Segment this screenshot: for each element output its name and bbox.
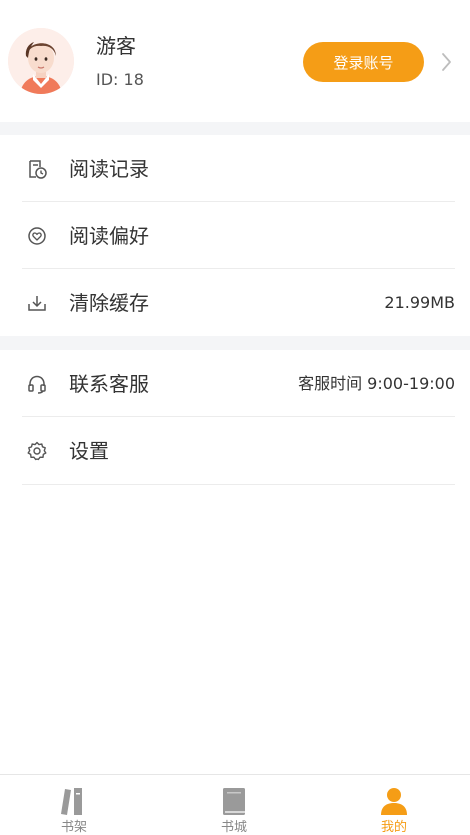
section-gap	[0, 122, 470, 135]
heart-icon	[26, 225, 48, 247]
tab-bookstore[interactable]: 书城	[194, 775, 274, 835]
menu-label-customer-service: 联系客服	[69, 371, 149, 396]
tab-bookshelf[interactable]: 书架	[34, 775, 114, 835]
menu-clear-cache[interactable]: 清除缓存 21.99MB	[0, 269, 470, 336]
profile-header: 游客 ID: 18 登录账号	[0, 0, 470, 122]
tab-label-bookshelf: 书架	[60, 820, 87, 835]
menu-label-reading-preference: 阅读偏好	[69, 223, 149, 248]
login-button[interactable]: 登录账号	[303, 42, 424, 82]
headset-icon	[26, 373, 48, 395]
username: 游客	[96, 34, 136, 58]
menu-label-reading-history: 阅读记录	[69, 156, 149, 181]
chevron-right-icon[interactable]	[436, 50, 456, 74]
avatar-illustration	[8, 28, 74, 94]
download-icon	[26, 292, 48, 314]
tab-mine[interactable]: 我的	[354, 775, 434, 835]
divider	[22, 484, 455, 485]
menu-reading-history[interactable]: 阅读记录	[0, 135, 470, 202]
tab-label-bookstore: 书城	[220, 820, 247, 835]
menu-label-clear-cache: 清除缓存	[69, 290, 149, 315]
gear-icon	[26, 440, 48, 462]
history-icon	[26, 158, 48, 180]
user-id: ID: 18	[96, 70, 144, 89]
menu-label-settings: 设置	[69, 438, 109, 463]
bookshelf-icon	[58, 785, 90, 817]
avatar[interactable]	[8, 28, 74, 94]
bottom-tab-bar: 书架 书城 我的	[0, 774, 470, 835]
section-gap	[0, 336, 470, 350]
tab-label-mine: 我的	[380, 820, 407, 835]
book-icon	[218, 785, 250, 817]
menu-settings[interactable]: 设置	[0, 417, 470, 484]
person-icon	[378, 785, 410, 817]
my-page: 游客 ID: 18 登录账号 阅读记录 阅读偏好 清除缓存 21.99MB 联系…	[0, 0, 470, 835]
cache-size: 21.99MB	[384, 292, 455, 312]
menu-customer-service[interactable]: 联系客服 客服时间 9:00-19:00	[0, 350, 470, 417]
service-hours: 客服时间 9:00-19:00	[298, 373, 455, 393]
menu-reading-preference[interactable]: 阅读偏好	[0, 202, 470, 269]
